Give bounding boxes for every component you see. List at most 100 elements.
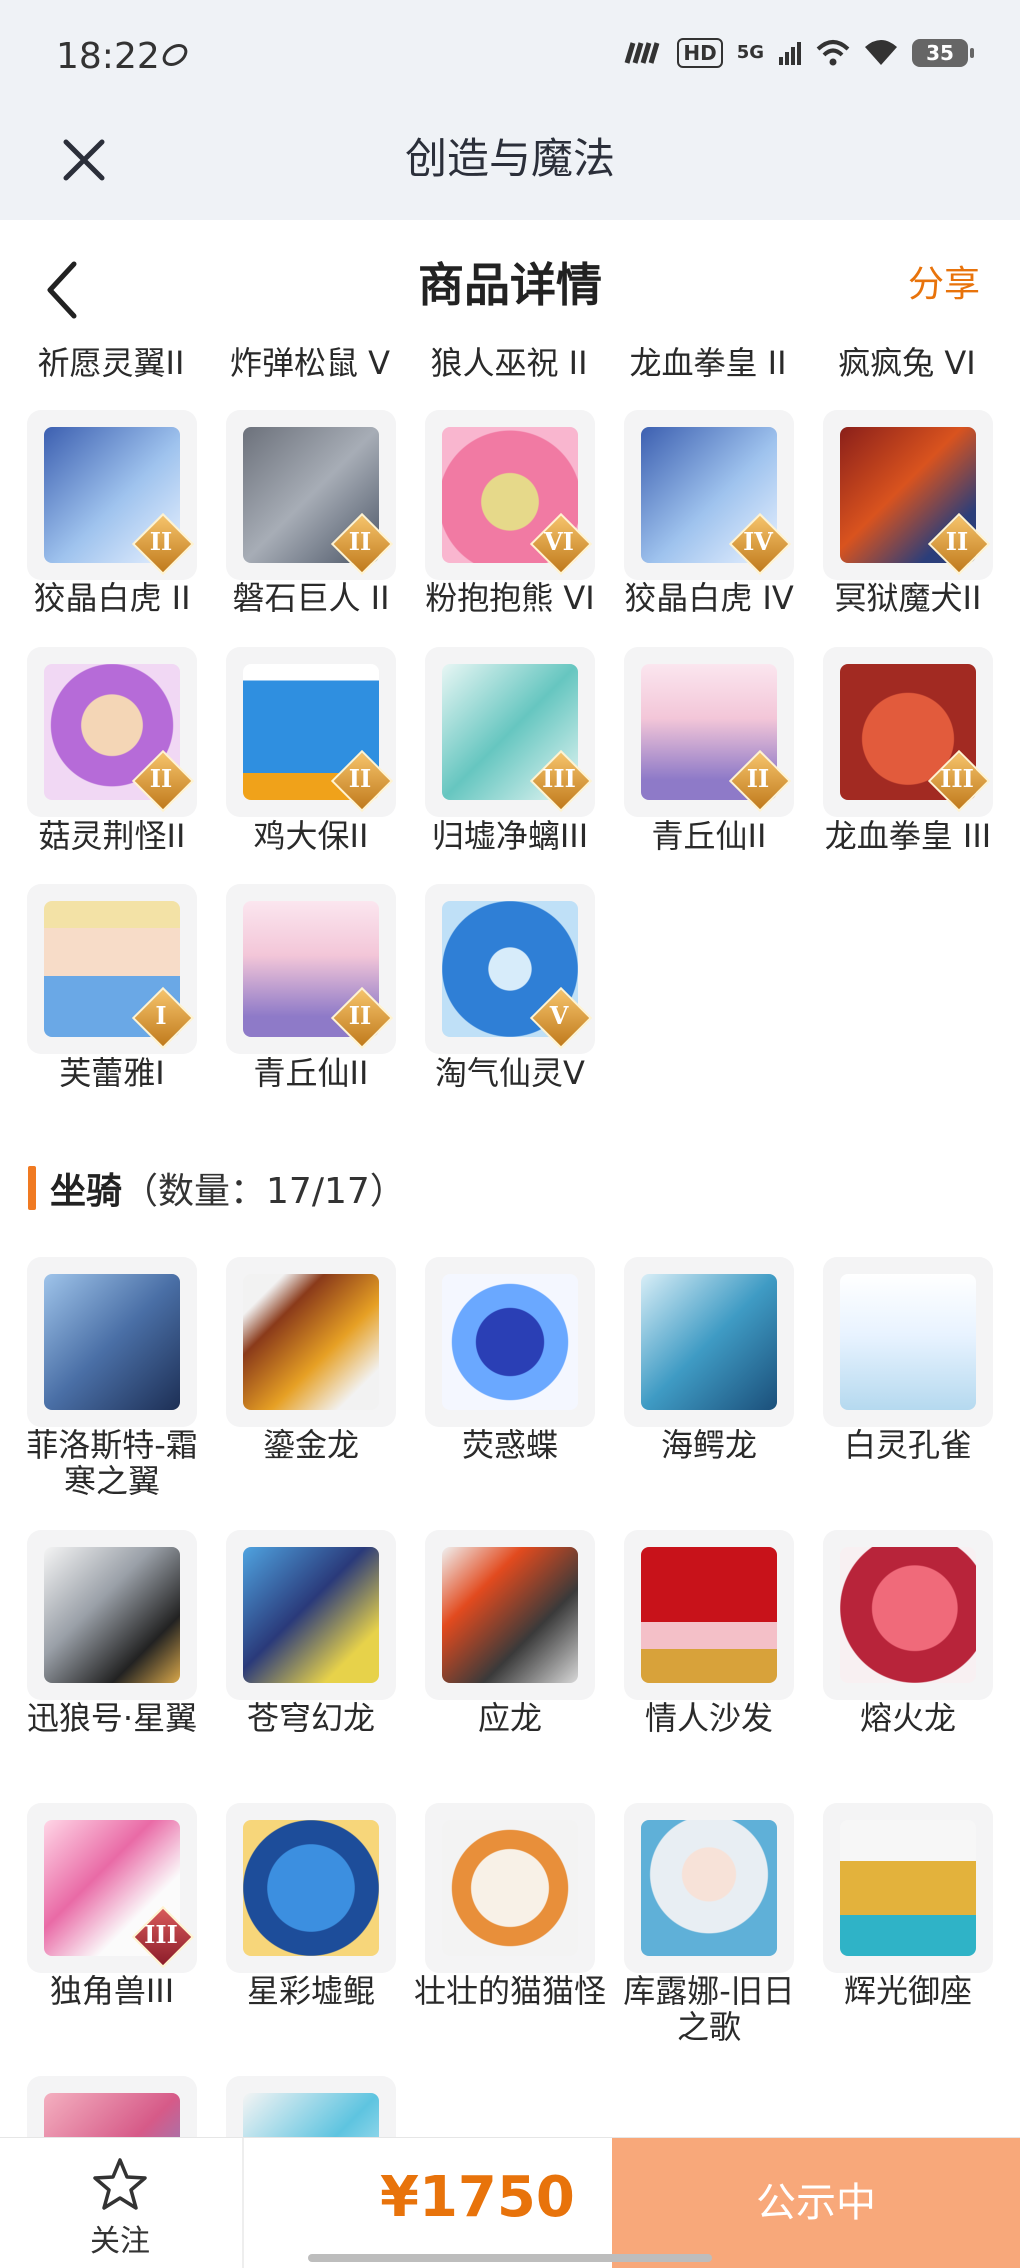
mount-image <box>442 1274 578 1410</box>
mount-tile[interactable] <box>624 1257 794 1427</box>
mount-label: 应龙 <box>477 1699 542 1737</box>
level-badge: II <box>927 512 991 576</box>
pet-tile[interactable]: II <box>226 647 396 817</box>
mount-tile[interactable] <box>624 1803 794 1973</box>
pet-label: 淘气仙灵V <box>435 1054 585 1092</box>
status-time: 18:22 <box>56 36 160 77</box>
mount-label: 库露娜-旧日之歌 <box>623 1972 795 2046</box>
pet-tile[interactable]: III <box>823 647 993 817</box>
section-name: 坐骑 <box>50 1171 123 1212</box>
pet-label: 祈愿灵翼II <box>37 344 185 382</box>
hd-badge: HD <box>677 38 723 68</box>
mount-label: 熔火龙 <box>859 1699 956 1737</box>
home-indicator[interactable] <box>308 2254 712 2262</box>
pet-label: 粉抱抱熊 VI <box>425 579 595 617</box>
mount-tile[interactable] <box>226 1257 396 1427</box>
mount-tile[interactable] <box>27 1530 197 1700</box>
mount-tile[interactable] <box>425 1530 595 1700</box>
mount-tile[interactable] <box>624 1530 794 1700</box>
section-count: （数量：17/17） <box>122 1171 406 1212</box>
level-badge: V <box>529 986 593 1050</box>
pet-label: 磐石巨人 II <box>232 579 390 617</box>
mount-tile[interactable] <box>823 1257 993 1427</box>
pet-tile[interactable]: II <box>27 647 197 817</box>
mount-label: 菲洛斯特-霜寒之翼 <box>26 1426 198 1500</box>
mount-label: 迅狼号·星翼 <box>26 1699 198 1737</box>
app-header: 创造与魔法 <box>0 110 1020 220</box>
level-badge: II <box>728 749 792 813</box>
pet-label-row: 狡晶白虎 II 磐石巨人 II 粉抱抱熊 VI 狡晶白虎 IV 冥狱魔犬II <box>0 580 1020 650</box>
battery-icon: 35 <box>912 39 974 67</box>
pet-tile[interactable]: III <box>425 647 595 817</box>
mount-tile[interactable] <box>226 1530 396 1700</box>
pet-label: 龙血拳皇 III <box>824 817 992 855</box>
follow-button[interactable]: 关注 <box>0 2138 240 2268</box>
mount-tile[interactable] <box>823 1803 993 1973</box>
level-badge: VI <box>529 512 593 576</box>
level-badge: II <box>330 512 394 576</box>
mount-label: 辉光御座 <box>843 1972 972 2010</box>
mount-label-row: 菲洛斯特-霜寒之翼 鎏金龙 荧惑蝶 海鳄龙 白灵孔雀 <box>0 1427 1020 1507</box>
pet-tile[interactable]: II <box>226 884 396 1054</box>
mounts-section-title: 坐骑 （数量：17/17） <box>28 1165 406 1212</box>
wifi-hotspot-icon <box>816 40 850 66</box>
mount-label: 壮壮的猫猫怪 <box>413 1972 606 2010</box>
mount-image <box>641 1547 777 1683</box>
pet-tile[interactable]: VI <box>425 410 595 580</box>
bottom-action-bar: 关注 ¥1750 公示中 <box>0 2137 1020 2268</box>
mount-label: 情人沙发 <box>644 1699 773 1737</box>
mount-image <box>442 1547 578 1683</box>
level-badge: II <box>330 986 394 1050</box>
pet-label: 鸡大保II <box>253 817 369 855</box>
mount-tile[interactable] <box>425 1803 595 1973</box>
share-link[interactable]: 分享 <box>908 250 980 320</box>
mount-label: 白灵孔雀 <box>843 1426 972 1464</box>
star-icon <box>93 2158 147 2210</box>
battery-level: 35 <box>926 41 954 65</box>
mount-image <box>840 1820 976 1956</box>
5g-label: 5G <box>736 42 764 63</box>
pets-partial-label-row: 祈愿灵翼II 炸弹松鼠 V 狼人巫祝 II 龙血拳皇 II 疯疯兔 VI <box>0 345 1020 415</box>
pet-tile[interactable]: V <box>425 884 595 1054</box>
public-notice-button[interactable]: 公示中 <box>612 2138 1020 2268</box>
mount-label: 海鳄龙 <box>660 1426 757 1464</box>
pet-tile[interactable]: II <box>823 410 993 580</box>
page-header: 商品详情 分享 <box>0 220 1020 350</box>
pet-label: 归墟净螭III <box>431 817 589 855</box>
pet-label: 菇灵荆怪II <box>38 817 186 855</box>
pet-tile[interactable]: II <box>226 410 396 580</box>
app-title: 创造与魔法 <box>404 134 615 183</box>
mount-tile[interactable] <box>823 1530 993 1700</box>
pet-label: 龙血拳皇 II <box>629 344 787 382</box>
mount-label: 独角兽III <box>49 1972 175 2010</box>
divider <box>242 2138 244 2268</box>
pet-label-row: 菇灵荆怪II 鸡大保II 归墟净螭III 青丘仙II 龙血拳皇 III <box>0 818 1020 888</box>
pet-label: 狡晶白虎 IV <box>624 579 794 617</box>
pet-label: 炸弹松鼠 V <box>229 344 391 382</box>
price: ¥1750 <box>380 2165 575 2230</box>
follow-label: 关注 <box>90 2224 150 2259</box>
pet-label: 青丘仙II <box>253 1054 369 1092</box>
mount-tile[interactable] <box>27 1257 197 1427</box>
mount-tile[interactable] <box>226 1803 396 1973</box>
pet-tile[interactable]: I <box>27 884 197 1054</box>
pet-label: 冥狱魔犬II <box>834 579 982 617</box>
mount-image <box>44 1547 180 1683</box>
mount-label: 鎏金龙 <box>262 1426 359 1464</box>
mount-tile[interactable]: III <box>27 1803 197 1973</box>
mount-image <box>44 1274 180 1410</box>
mount-label: 苍穹幻龙 <box>246 1699 375 1737</box>
section-accent-bar <box>28 1166 36 1210</box>
page-title: 商品详情 <box>418 258 602 312</box>
mount-tile[interactable] <box>425 1257 595 1427</box>
mount-label: 荧惑蝶 <box>461 1426 558 1464</box>
signal-icon <box>624 42 660 64</box>
pet-tile[interactable]: II <box>624 647 794 817</box>
mount-image <box>243 1274 379 1410</box>
status-bar: 18:22 HD 5G 35 <box>0 0 1020 110</box>
pet-tile[interactable]: IV <box>624 410 794 580</box>
pet-tile[interactable]: II <box>27 410 197 580</box>
pet-label: 狡晶白虎 II <box>33 579 191 617</box>
level-badge: I <box>131 986 195 1050</box>
mount-label-row: 独角兽III 星彩墟鲲 壮壮的猫猫怪 库露娜-旧日之歌 辉光御座 <box>0 1973 1020 2053</box>
